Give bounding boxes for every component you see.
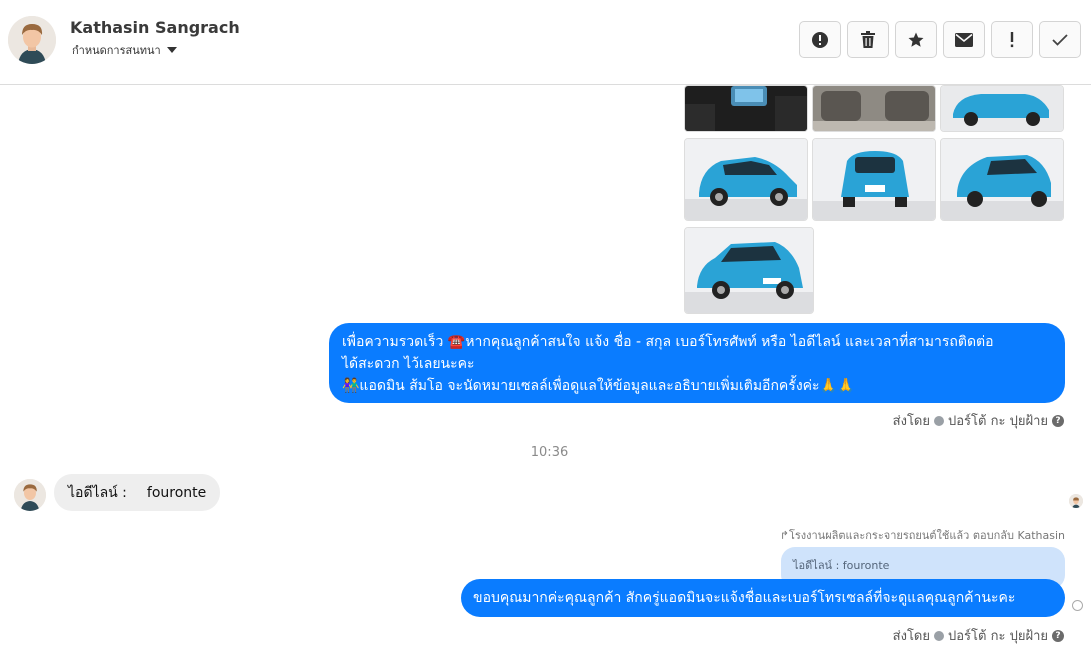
reply-note: ↱โรงงานผลิตและกระจายรถยนต์ใช้แล้ว ตอบกลั… <box>779 529 1065 542</box>
seen-indicator-avatar <box>1069 494 1083 508</box>
trash-icon <box>861 31 875 48</box>
star-button[interactable] <box>895 21 937 58</box>
sender-name: ปอร์โต้ กะ ปุยฝ้าย <box>948 629 1048 644</box>
verified-badge-icon <box>934 630 944 641</box>
message-text: ขอบคุณมากค่ะคุณลูกค้า สักครู่แอดมินจะแจ้… <box>473 590 1016 606</box>
car-photo-front-angle[interactable] <box>684 227 814 314</box>
car-photo-side-2[interactable] <box>684 138 808 221</box>
outgoing-message-bubble: ขอบคุณมากค่ะคุณลูกค้า สักครู่แอดมินจะแจ้… <box>461 579 1065 617</box>
assign-conversation-dropdown[interactable]: กำหนดการสนทนา <box>72 41 177 59</box>
contact-name: Kathasin Sangrach <box>70 18 240 37</box>
done-button[interactable] <box>1039 21 1081 58</box>
car-photo-dashboard[interactable] <box>684 85 808 132</box>
sender-avatar[interactable] <box>14 479 46 511</box>
quoted-text: ไอดีไลน์ : fouronte <box>793 559 890 572</box>
conversation-header: Kathasin Sangrach กำหนดการสนทนา <box>0 0 1091 85</box>
outgoing-message-bubble: เพื่อความรวดเร็ว ☎️หากคุณลูกค้าสนใจ แจ้ง… <box>329 323 1065 403</box>
important-button[interactable] <box>991 21 1033 58</box>
sent-by-label: ส่งโดย <box>892 414 930 429</box>
star-icon <box>908 32 924 47</box>
message-line: ได้สะดวก ไว้เลยนะคะ <box>342 356 475 372</box>
exclamation-icon <box>1010 31 1014 47</box>
checkmark-icon <box>1052 33 1068 46</box>
caret-down-icon <box>166 47 177 53</box>
delivered-check-icon <box>1072 600 1083 611</box>
contact-avatar[interactable] <box>8 16 56 64</box>
line-id-value: fouronte <box>146 484 207 501</box>
car-photo-side-1[interactable] <box>940 85 1064 132</box>
incoming-message-bubble: ไอดีไลน์ : fouronte <box>54 474 221 511</box>
alert-circle-icon <box>812 31 828 48</box>
mark-unread-button[interactable] <box>943 21 985 58</box>
verified-badge-icon <box>934 415 944 426</box>
line-id-label: ไอดีไลน์ : <box>68 484 127 501</box>
help-icon[interactable]: ? <box>1052 629 1064 642</box>
sent-by-label: ส่งโดย <box>892 629 930 644</box>
header-toolbar <box>799 21 1081 58</box>
car-photo-rear-seats[interactable] <box>812 85 936 132</box>
car-photo-rear-angle[interactable] <box>940 138 1064 221</box>
message-line: เพื่อความรวดเร็ว ☎️หากคุณลูกค้าสนใจ แจ้ง… <box>342 334 994 350</box>
delete-button[interactable] <box>847 21 889 58</box>
car-photo-rear[interactable] <box>812 138 936 221</box>
help-icon[interactable]: ? <box>1052 414 1064 427</box>
sent-by-info: ส่งโดย ปอร์โต้ กะ ปุยฝ้าย ? <box>893 410 1064 431</box>
assign-label: กำหนดการสนทนา <box>72 44 161 57</box>
message-timestamp: 10:36 <box>530 445 569 460</box>
message-line: 👫แอดมิน ส้มโอ จะนัดหมายเซลล์เพื่อดูแลให้… <box>342 378 855 394</box>
alert-circle-button[interactable] <box>799 21 841 58</box>
envelope-icon <box>955 32 973 47</box>
sender-name: ปอร์โต้ กะ ปุยฝ้าย <box>948 414 1048 429</box>
sent-by-info: ส่งโดย ปอร์โต้ กะ ปุยฝ้าย ? <box>893 625 1064 646</box>
